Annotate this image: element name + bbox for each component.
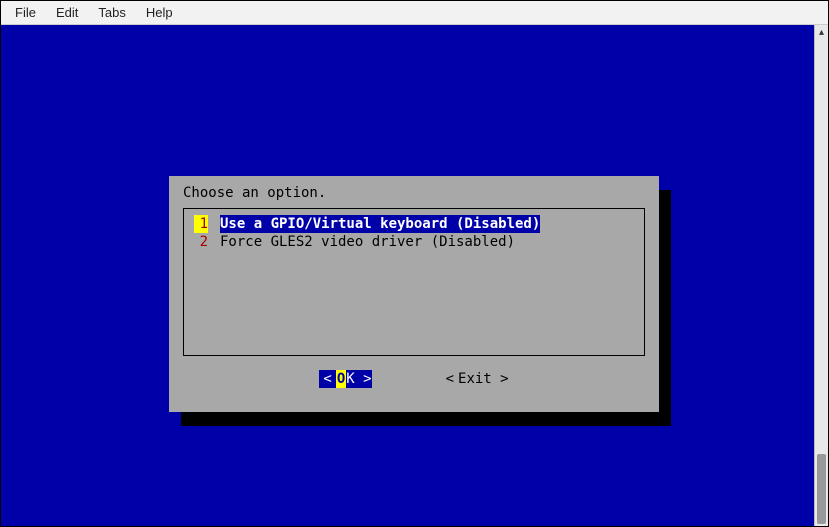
- config-dialog: Choose an option. 1 Use a GPIO/Virtual k…: [169, 176, 659, 412]
- scroll-thumb[interactable]: [817, 454, 826, 524]
- ok-rest: K >: [346, 370, 371, 388]
- dialog-buttons: < OK > < Exit >: [183, 370, 645, 388]
- option-label: Use a GPIO/Virtual keyboard (Disabled): [220, 215, 540, 233]
- bracket-left: <: [319, 370, 335, 388]
- menu-edit[interactable]: Edit: [46, 3, 88, 22]
- option-row-2[interactable]: 2 Force GLES2 video driver (Disabled): [194, 233, 634, 251]
- exit-rest: xit >: [466, 370, 508, 388]
- ok-button[interactable]: < OK >: [319, 370, 371, 388]
- exit-hotkey: E: [458, 370, 466, 388]
- option-list[interactable]: 1 Use a GPIO/Virtual keyboard (Disabled)…: [183, 208, 645, 356]
- option-number: 1: [194, 215, 208, 233]
- menubar: File Edit Tabs Help: [1, 1, 828, 25]
- option-row-1[interactable]: 1 Use a GPIO/Virtual keyboard (Disabled): [194, 215, 634, 233]
- option-label: Force GLES2 video driver (Disabled): [220, 233, 515, 251]
- ok-hotkey: O: [336, 370, 346, 388]
- terminal-area: Choose an option. 1 Use a GPIO/Virtual k…: [1, 25, 828, 526]
- menu-tabs[interactable]: Tabs: [88, 3, 135, 22]
- vertical-scrollbar[interactable]: ▴: [814, 25, 828, 526]
- app-window: File Edit Tabs Help Choose an option. 1 …: [0, 0, 829, 527]
- menu-help[interactable]: Help: [136, 3, 183, 22]
- option-number: 2: [194, 233, 208, 251]
- dialog-title: Choose an option.: [183, 184, 645, 202]
- exit-button[interactable]: < Exit >: [442, 370, 509, 388]
- scroll-up-icon[interactable]: ▴: [815, 25, 828, 39]
- terminal[interactable]: Choose an option. 1 Use a GPIO/Virtual k…: [1, 25, 814, 526]
- menu-file[interactable]: File: [5, 3, 46, 22]
- bracket-left: <: [442, 370, 458, 388]
